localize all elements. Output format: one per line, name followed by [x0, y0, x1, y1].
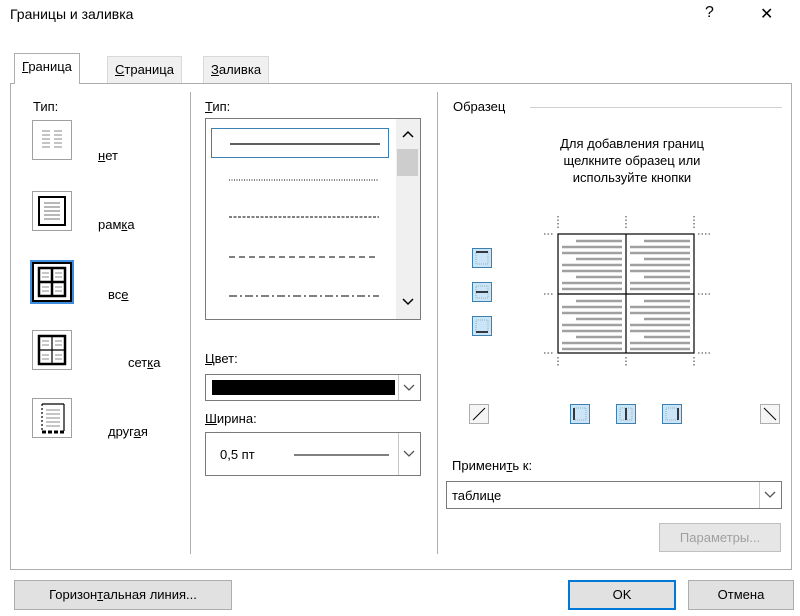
- apply-to-value: таблице: [452, 488, 502, 503]
- border-top-button[interactable]: [472, 248, 492, 268]
- all-setting-icon: [37, 266, 67, 298]
- preview-label: Образец: [453, 99, 512, 114]
- tab-border-label: Граница: [22, 59, 72, 74]
- chevron-down-icon: [764, 491, 776, 498]
- line-style-dashed-fine[interactable]: [211, 202, 389, 232]
- tab-page-border[interactable]: Страница: [107, 56, 182, 84]
- inside-vertical-border-icon: [619, 407, 633, 421]
- tab-page-border-label: Страница: [115, 62, 174, 77]
- setting-grid-button[interactable]: [32, 330, 72, 370]
- width-dropdown[interactable]: 0,5 пт: [205, 432, 421, 476]
- fine-dashed-line-icon: [229, 216, 379, 218]
- line-style-dash-dot[interactable]: [211, 281, 389, 311]
- border-inside-horizontal-button[interactable]: [472, 282, 492, 302]
- tab-shading-label: Заливка: [211, 62, 262, 77]
- setting-box-button[interactable]: [32, 191, 72, 231]
- width-dropdown-arrow[interactable]: [398, 433, 420, 475]
- grid-setting-icon: [37, 334, 67, 366]
- color-label: Цвет:: [205, 351, 238, 366]
- separator-left: [190, 92, 191, 554]
- border-diagonal-down-button[interactable]: [760, 404, 780, 424]
- horizontal-line-button[interactable]: Горизонтальная линия...: [14, 580, 232, 610]
- color-swatch: [212, 380, 395, 395]
- setting-label: Тип:: [33, 99, 59, 114]
- setting-box-label: рамка: [98, 217, 135, 232]
- setting-all-button[interactable]: [30, 260, 74, 304]
- scroll-thumb: [397, 149, 418, 176]
- chevron-down-icon: [403, 450, 415, 457]
- tab-border[interactable]: Граница: [14, 53, 80, 84]
- setting-custom-label: другая: [108, 424, 148, 439]
- scroll-down-icon: [402, 298, 414, 306]
- help-button[interactable]: ?: [705, 4, 714, 22]
- line-style-scrollbar[interactable]: [396, 119, 420, 319]
- line-style-dashed[interactable]: [211, 242, 389, 272]
- none-setting-icon: [42, 130, 62, 148]
- line-style-dotted[interactable]: [211, 165, 389, 195]
- top-border-icon: [475, 251, 489, 265]
- close-button[interactable]: ✕: [760, 4, 773, 24]
- width-label: Ширина:: [205, 411, 257, 426]
- color-dropdown-arrow[interactable]: [398, 375, 420, 400]
- width-value: 0,5 пт: [220, 447, 255, 462]
- border-right-button[interactable]: [662, 404, 682, 424]
- width-sample-line: [294, 454, 389, 456]
- dotted-line-icon: [229, 179, 379, 181]
- setting-custom-button[interactable]: [32, 398, 72, 438]
- border-inside-vertical-button[interactable]: [616, 404, 636, 424]
- left-border-icon: [573, 407, 587, 421]
- separator-right: [437, 92, 438, 554]
- custom-setting-icon: [41, 403, 65, 434]
- style-label: Тип:: [205, 99, 231, 114]
- setting-all-label: все: [108, 287, 129, 302]
- border-left-button[interactable]: [570, 404, 590, 424]
- solid-line-icon: [230, 143, 380, 145]
- apply-to-label: Применить к:: [452, 458, 533, 473]
- dash-dot-line-icon: [229, 295, 379, 297]
- border-diagonal-up-button[interactable]: [469, 404, 489, 424]
- preview-group-line: [530, 107, 782, 108]
- right-border-icon: [665, 407, 679, 421]
- diagonal-down-border-icon: [763, 407, 777, 421]
- setting-grid-label: сетка: [128, 355, 161, 370]
- apply-to-dropdown-arrow[interactable]: [759, 482, 781, 508]
- apply-to-dropdown[interactable]: таблице: [446, 481, 782, 509]
- inside-horizontal-border-icon: [475, 285, 489, 299]
- cancel-button[interactable]: Отмена: [688, 580, 794, 610]
- dashed-line-icon: [229, 256, 379, 258]
- setting-none-label: нет: [98, 148, 118, 163]
- preview-hint: Для добавления границ щелкните образец и…: [560, 136, 704, 185]
- color-dropdown[interactable]: [205, 374, 421, 401]
- tab-shading[interactable]: Заливка: [203, 56, 270, 84]
- line-style-solid[interactable]: [211, 128, 389, 158]
- border-bottom-button[interactable]: [472, 316, 492, 336]
- box-setting-icon: [38, 196, 66, 226]
- setting-none-button[interactable]: [32, 120, 72, 160]
- chevron-down-icon: [403, 384, 415, 391]
- preview-table[interactable]: [540, 216, 720, 366]
- ok-button[interactable]: OK: [568, 580, 676, 610]
- diagonal-up-border-icon: [472, 407, 486, 421]
- scroll-up-icon: [402, 130, 414, 138]
- dialog-title: Границы и заливка: [10, 6, 134, 22]
- bottom-border-icon: [475, 319, 489, 333]
- options-button[interactable]: Параметры...: [659, 523, 781, 552]
